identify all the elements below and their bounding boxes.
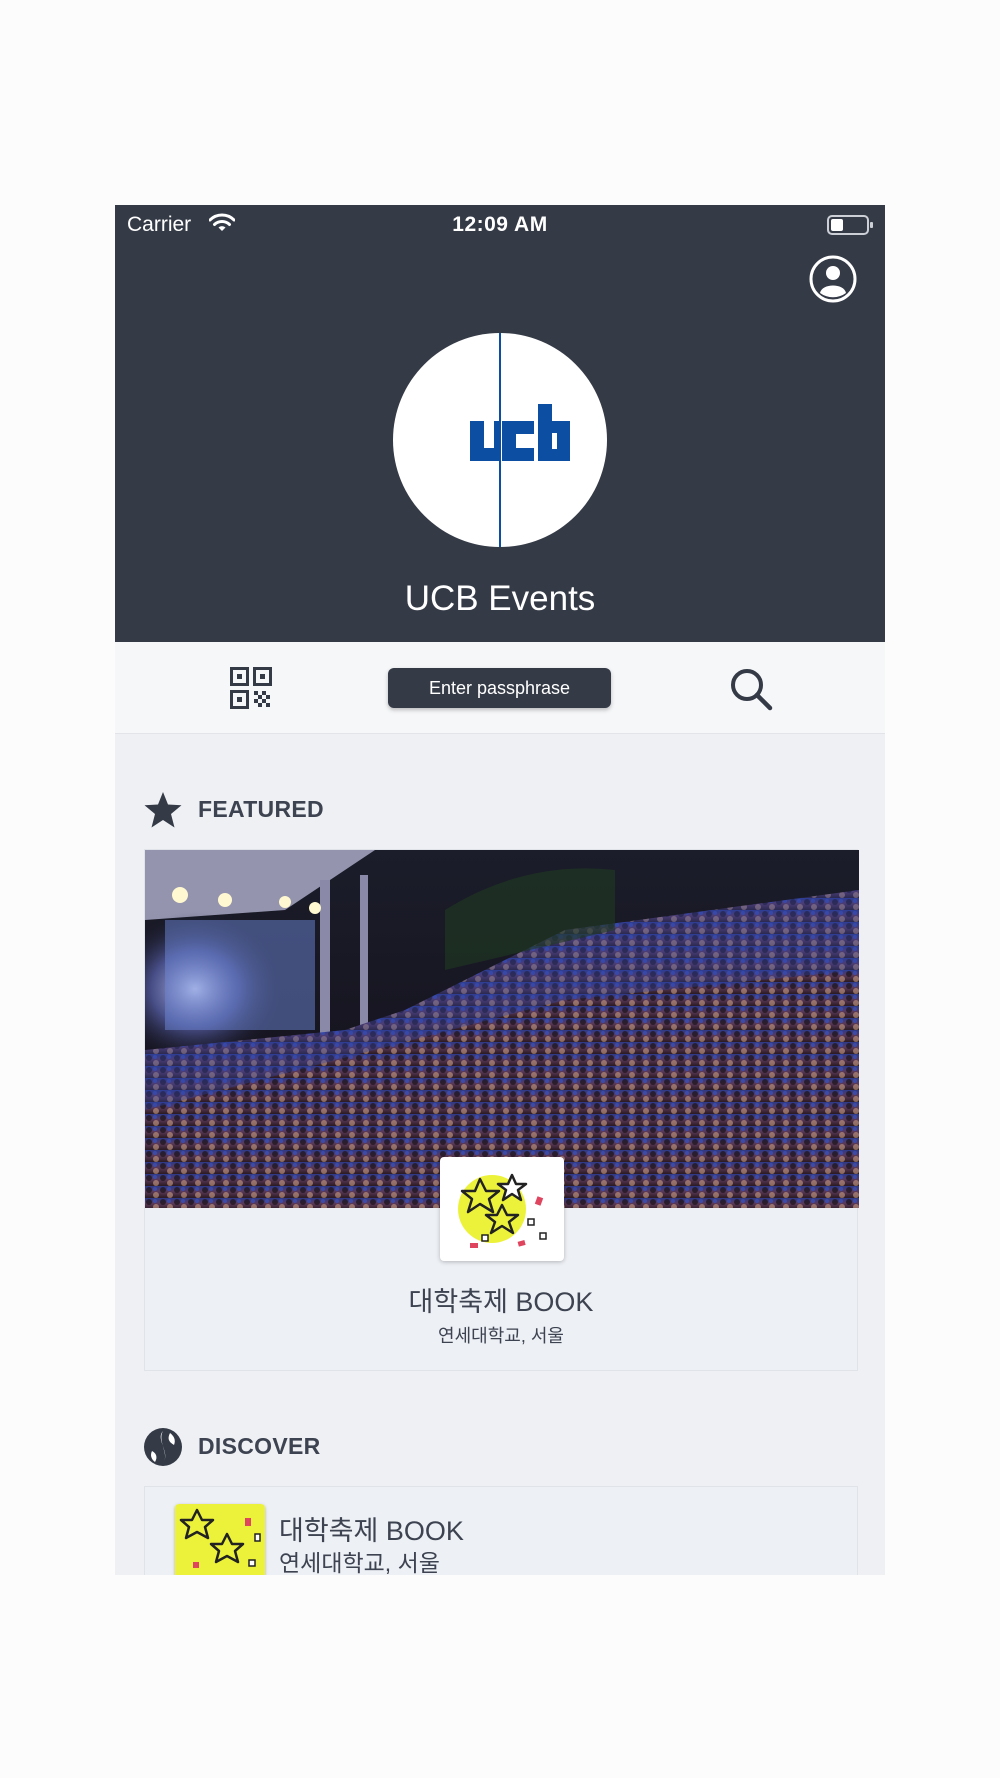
- action-toolbar: Enter passphrase: [115, 642, 885, 734]
- featured-event-thumbnail: [440, 1157, 564, 1261]
- app-screen: Carrier 12:09 AM UCB Events Enter passph…: [115, 205, 885, 1575]
- status-bar: Carrier 12:09 AM: [115, 205, 885, 241]
- discover-event-location: 연세대학교, 서울: [279, 1550, 440, 1575]
- app-title: UCB Events: [404, 579, 596, 618]
- featured-section-title: FEATURED: [198, 796, 324, 822]
- featured-event-image: [145, 850, 859, 1208]
- discover-section-title: DISCOVER: [198, 1433, 321, 1459]
- discover-event-thumbnail: [175, 1504, 265, 1575]
- app-header: Carrier 12:09 AM UCB Events: [115, 205, 885, 642]
- search-icon[interactable]: [728, 666, 774, 712]
- discover-event-title: 대학축제 BOOK: [279, 1516, 464, 1546]
- featured-event-card[interactable]: 대학축제 BOOK 연세대학교, 서울: [144, 849, 859, 1371]
- status-time: 12:09 AM: [452, 213, 548, 236]
- battery-icon: [827, 215, 873, 235]
- featured-event-location: 연세대학교, 서울: [438, 1326, 564, 1346]
- featured-event-title: 대학축제 BOOK: [408, 1287, 594, 1317]
- ucb-logo: [393, 333, 607, 547]
- compass-icon: [144, 1428, 182, 1466]
- qr-code-icon[interactable]: [230, 667, 272, 709]
- profile-icon[interactable]: [809, 255, 857, 303]
- discover-list-item[interactable]: 대학축제 BOOK 연세대학교, 서울: [144, 1486, 858, 1575]
- enter-passphrase-button[interactable]: Enter passphrase: [388, 668, 611, 708]
- star-icon: [144, 792, 182, 828]
